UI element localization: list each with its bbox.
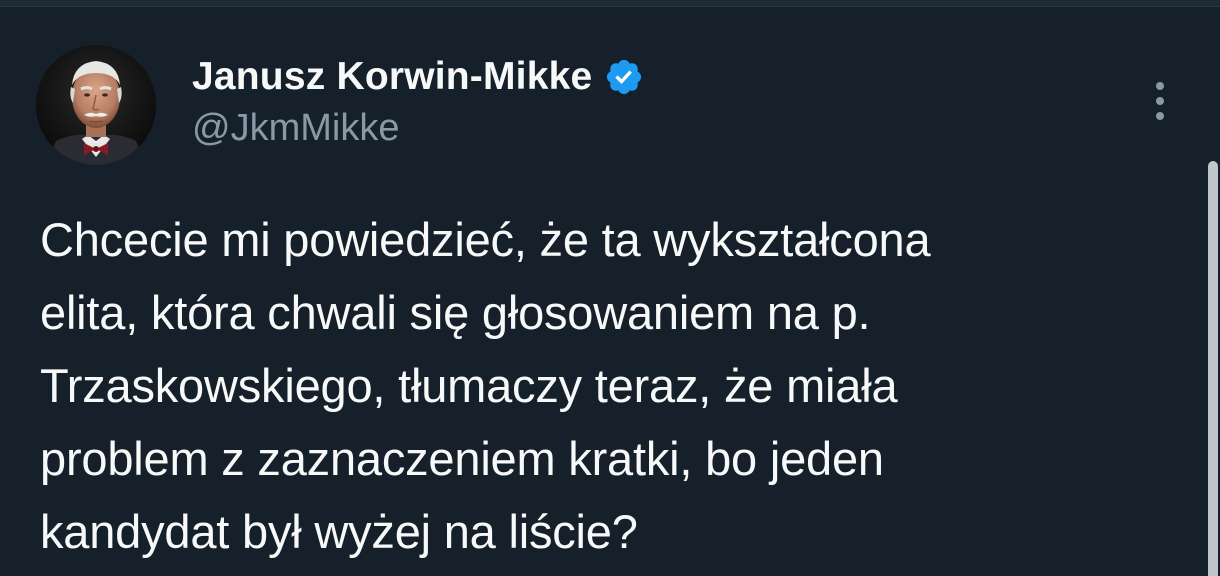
scrollbar-thumb[interactable]	[1208, 161, 1218, 576]
tweet-text: Chcecie mi powiedzieć, że ta wykształcon…	[40, 213, 931, 558]
avatar[interactable]	[36, 45, 156, 165]
tweet: Janusz Korwin-Mikke @JkmMikke Chcecie mi…	[0, 7, 1220, 576]
more-options-button[interactable]	[1140, 73, 1180, 129]
author-display-name[interactable]: Janusz Korwin-Mikke	[192, 55, 592, 99]
top-divider	[0, 0, 1220, 7]
author-handle[interactable]: @JkmMikke	[192, 107, 399, 150]
verified-badge-icon	[604, 57, 644, 97]
avatar-photo-icon	[36, 45, 156, 165]
more-vertical-icon	[1156, 82, 1164, 120]
author-name-row: Janusz Korwin-Mikke	[192, 51, 644, 103]
